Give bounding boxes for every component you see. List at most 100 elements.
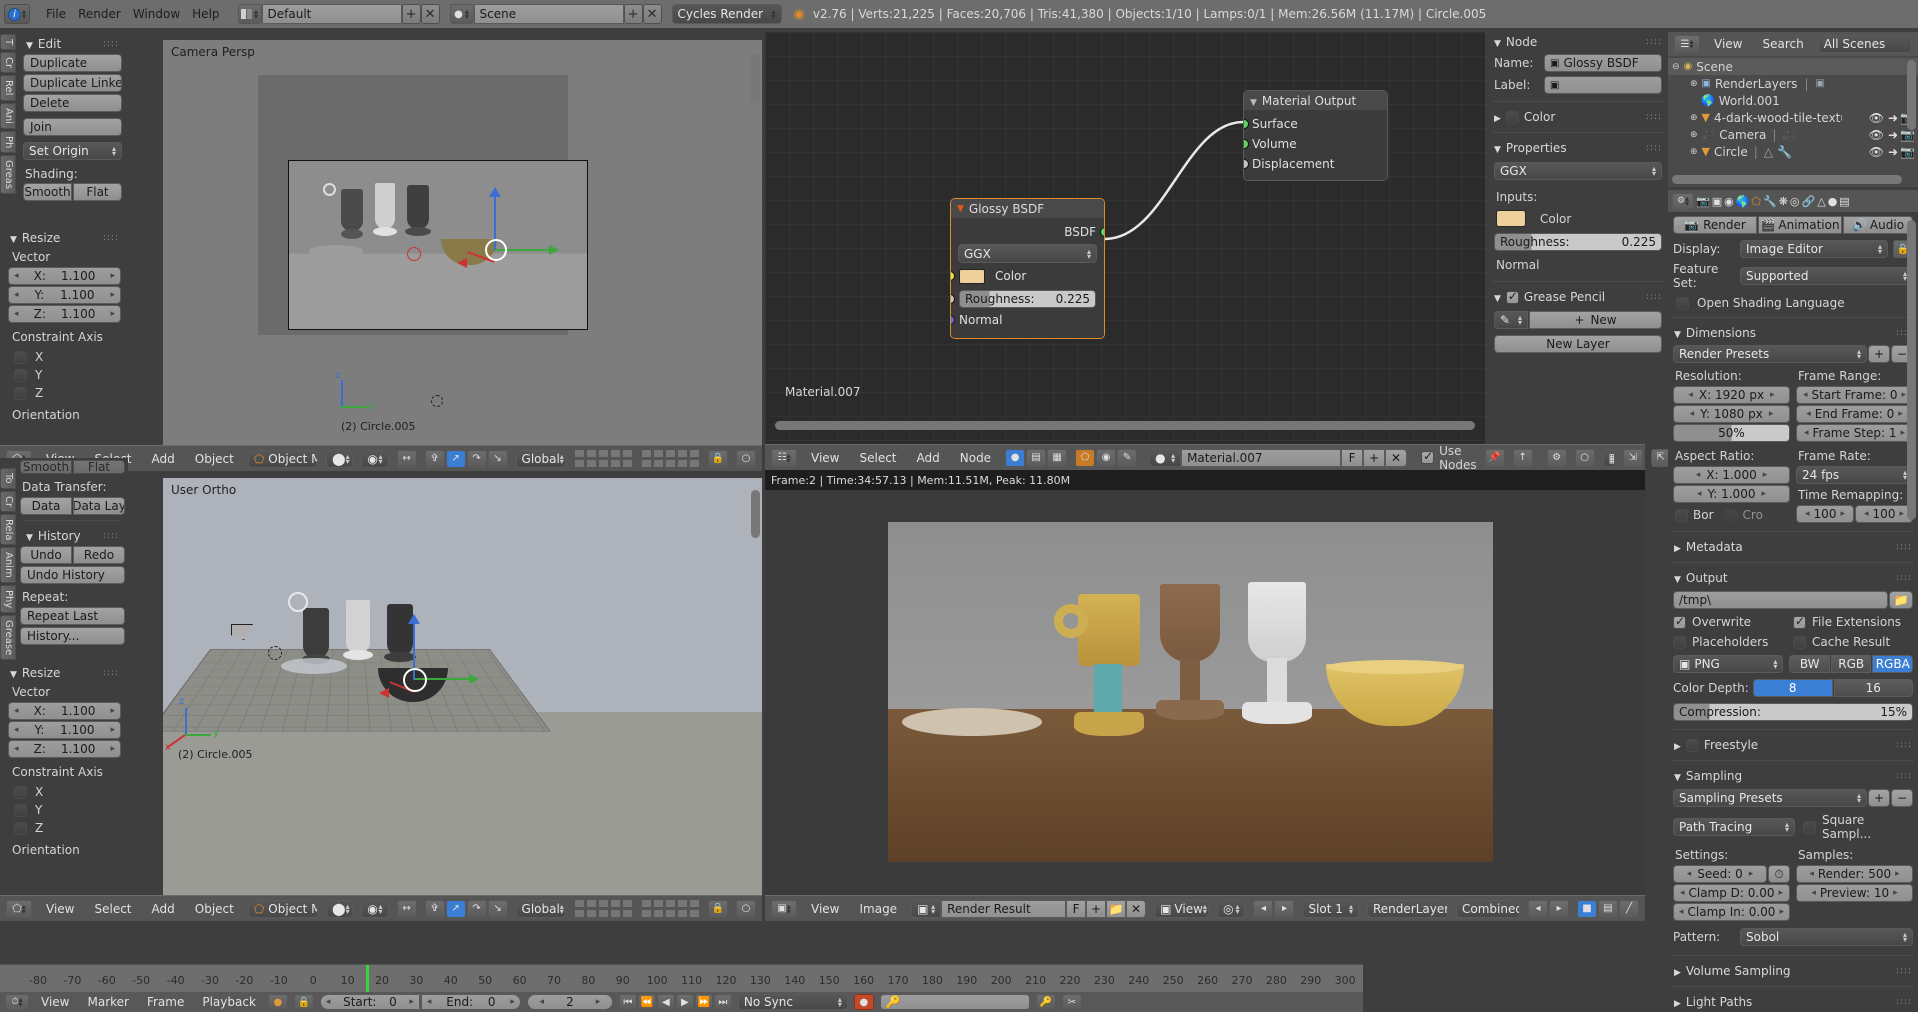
clamp-direct-field[interactable]: Clamp D: 0.00 [1673, 884, 1790, 902]
editor-type-info-icon[interactable]: i [4, 4, 30, 24]
socket-roughness[interactable] [950, 294, 955, 304]
image-name-field[interactable]: Render Result [941, 900, 1066, 918]
outliner-row-renderlayers[interactable]: ⊕ ▣ RenderLayers | ▣ [1668, 75, 1918, 92]
restrict-select-icon[interactable]: ➜ [1888, 111, 1898, 125]
restrict-select-icon[interactable]: ➜ [1888, 128, 1898, 142]
outliner-row-world[interactable]: 🌎 World.001 [1668, 92, 1918, 109]
data-transfer-button[interactable]: Data [20, 497, 72, 515]
pattern-select[interactable]: Sobol [1740, 928, 1913, 946]
color-depth-8-button[interactable]: 8 [1753, 679, 1833, 697]
socket-row-volume[interactable]: Volume [1244, 134, 1387, 154]
channels-rgb-button[interactable]: RGB [1831, 655, 1872, 673]
light-paths-panel-header[interactable]: Light Paths :::: [1668, 992, 1918, 1012]
tab-physics[interactable]: Ph [0, 131, 16, 153]
lock-scene-icon-2[interactable]: 🔒 [708, 900, 728, 918]
interaction-mode-select-2[interactable]: ⬠ Object Mode [248, 900, 318, 918]
node-label-field[interactable]: ▣ [1544, 76, 1662, 94]
screen-layout-field[interactable]: Default [262, 4, 402, 24]
distribution-select[interactable]: GGX [1494, 162, 1662, 180]
resolution-y-field[interactable]: Y: 1080 px [1673, 405, 1790, 423]
properties-panel-header[interactable]: Properties :::: [1488, 138, 1668, 158]
compositing-nodes-icon[interactable]: ▤ [1026, 449, 1046, 467]
go-parent-icon[interactable]: ↑ [1513, 449, 1533, 467]
tab-object-icon[interactable]: ⬠ [1751, 195, 1761, 208]
resize-x-field[interactable]: X: 1.100 [8, 267, 121, 285]
tab-relations-2[interactable]: Rela [0, 514, 16, 546]
square-samples-checkbox[interactable] [1803, 821, 1816, 834]
cache-result-checkbox[interactable] [1793, 636, 1806, 649]
glossy-color-swatch[interactable] [959, 269, 985, 284]
freestyle-panel-header[interactable]: Freestyle :::: [1668, 735, 1918, 755]
insert-keyframe-icon[interactable]: 🔑 [1036, 994, 1056, 1010]
material-name-field[interactable]: Material.007 [1181, 449, 1341, 467]
render-image-button[interactable]: 📷 Render [1673, 216, 1757, 234]
node-glossy-bsdf[interactable]: ▼ Glossy BSDF BSDF GGX Color [950, 198, 1105, 339]
shader-nodes-icon[interactable]: ● [1005, 449, 1025, 467]
restrict-render-icon[interactable]: 📷 [1900, 145, 1915, 159]
jump-end-icon[interactable]: ⏭ [714, 994, 732, 1010]
viewport-bottom-scrollbar-v[interactable] [751, 490, 760, 538]
resize-x-field-2[interactable]: X: 1.100 [8, 702, 121, 720]
add-layout-button[interactable]: + [402, 4, 421, 24]
transform-orientation-select[interactable]: Global [516, 450, 567, 468]
rotate-manipulator-icon[interactable]: ↷ [467, 450, 487, 468]
manipulator-toggle-icon[interactable]: ✞ [425, 450, 445, 468]
vp2-menu-add[interactable]: Add [146, 902, 181, 916]
outliner-menu-search[interactable]: Search [1756, 37, 1809, 51]
sync-mode-select[interactable]: No Sync [738, 994, 848, 1010]
brush-shader-icon[interactable]: ✎ [1117, 449, 1137, 467]
tab-scene-icon[interactable]: ◉ [1724, 195, 1734, 208]
duplicate-linked-button[interactable]: Duplicate Linked [23, 74, 122, 92]
render-audio-button[interactable]: 🔊 Audio [1843, 216, 1913, 234]
tab-tools[interactable]: T [0, 34, 16, 50]
undo-history-button[interactable]: Undo History [20, 566, 125, 584]
socket-row-normal[interactable]: Normal [951, 310, 1104, 330]
delete-button[interactable]: Delete [23, 94, 122, 112]
pivot-individual-icon-2[interactable]: ↔ [397, 900, 417, 918]
prev-pass-icon[interactable]: ◂ [1528, 900, 1548, 918]
render-pass-select[interactable]: Combined [1456, 900, 1520, 918]
display-channels-alpha-icon[interactable]: ▤ [1598, 900, 1618, 918]
new-image-button[interactable]: + [1086, 900, 1106, 918]
img-menu-image[interactable]: Image [853, 902, 903, 916]
node-editor-canvas[interactable]: Material Output Surface Volume Displacem… [765, 32, 1485, 444]
new-material-button[interactable]: + [1363, 449, 1385, 467]
tab-grease-pencil-2[interactable]: Grease [0, 615, 16, 660]
menu-render[interactable]: Render [72, 7, 127, 21]
layer-grid-4[interactable] [641, 899, 700, 918]
outliner-row-camera[interactable]: ⊕ 🎥 Camera | 🎥 👁 ➜ 📷 [1668, 126, 1918, 143]
proportional-node-icon[interactable]: ○ [1575, 449, 1595, 467]
frame-step-field[interactable]: Frame Step: 1 [1796, 424, 1913, 442]
history-button[interactable]: History... [20, 627, 125, 645]
world-shader-icon[interactable]: ◉ [1096, 449, 1116, 467]
record-icon[interactable]: ● [854, 994, 874, 1010]
tab-tools-2[interactable]: To [0, 468, 16, 489]
resolution-x-field[interactable]: X: 1920 px [1673, 386, 1790, 404]
file-format-select[interactable]: ▣ PNG [1673, 655, 1783, 673]
display-channels-color-icon[interactable]: ■ [1577, 900, 1597, 918]
tab-modifier-icon[interactable]: 🔧 [1763, 195, 1777, 208]
timeline-ruler[interactable]: -80-70-60-50-40-30-20-100102030405060708… [0, 964, 1363, 992]
outliner-row-scene[interactable]: ⊖ ◉ Scene [1668, 58, 1918, 75]
animate-seed-button[interactable]: ⏱ [1768, 865, 1790, 883]
outliner-tree[interactable]: ⊖ ◉ Scene ⊕ ▣ RenderLayers | ▣ 🌎 World.0… [1668, 56, 1918, 162]
display-channels-zbuffer-icon[interactable]: ╱ [1619, 900, 1639, 918]
layer-grid-2[interactable] [641, 449, 700, 468]
socket-row-surface[interactable]: Surface [1244, 114, 1387, 134]
next-keyframe-icon[interactable]: ⏩ [695, 994, 713, 1010]
constraint-y-checkbox-2[interactable] [14, 804, 27, 817]
restrict-view-icon[interactable]: 👁 [1869, 145, 1884, 159]
placeholders-checkbox[interactable] [1673, 636, 1686, 649]
tl-menu-playback[interactable]: Playback [196, 995, 262, 1009]
socket-row-bsdf-out[interactable]: BSDF [951, 222, 1104, 242]
input-color-swatch[interactable] [1496, 210, 1526, 227]
glossy-distribution-select[interactable]: GGX [958, 244, 1097, 263]
play-reverse-icon[interactable]: ◀ [657, 994, 675, 1010]
menu-help[interactable]: Help [186, 7, 225, 21]
prev-keyframe-icon[interactable]: ⏪ [638, 994, 656, 1010]
image-editor-canvas[interactable] [765, 490, 1645, 895]
scale-manipulator-icon[interactable]: ↘ [488, 450, 508, 468]
viewport-shading-select[interactable]: ⬤ [326, 450, 353, 468]
socket-surface[interactable] [1243, 119, 1249, 129]
time-remap-new-field[interactable]: 100 [1855, 505, 1913, 523]
